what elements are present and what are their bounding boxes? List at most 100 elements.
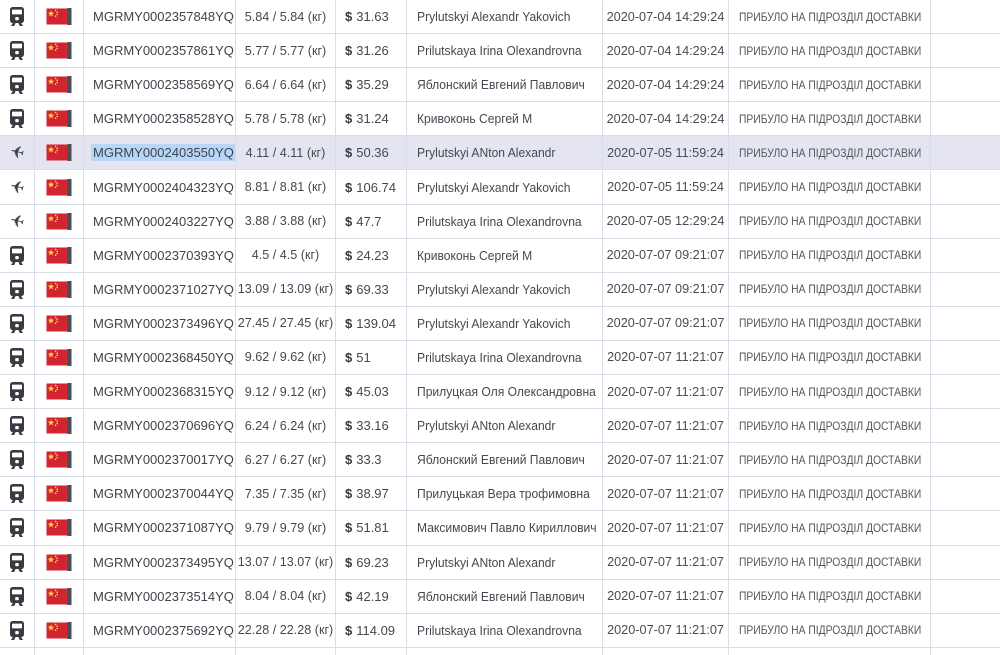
shipment-row[interactable]: MGRMY0002357848YQ 5.84 / 5.84 (кг) $31.63 P…	[0, 0, 1000, 35]
origin-flag-cell	[35, 545, 84, 579]
origin-flag-cell	[35, 170, 84, 204]
shipment-row[interactable]: ✈ MGRMY0002403227YQ 3.88 / 3.88 (кг) $47.7…	[0, 204, 1000, 239]
shipment-row[interactable]: ✈ MGRMY0002403550YQ 4.11 / 4.11 (кг) $50.3…	[0, 136, 1000, 171]
shipment-row[interactable]: MGRMY0002368315YQ 9.12 / 9.12 (кг) $45.03 П…	[0, 375, 1000, 410]
weight-cell: 6.24 / 6.24 (кг)	[236, 409, 336, 443]
price-value: 31.24	[356, 111, 389, 127]
recipient-cell: Prylutskyi Alexandr Yakovich	[407, 170, 603, 204]
tracking-code-cell: MGRMY0002403550YQ	[84, 136, 236, 170]
tracking-code: MGRMY0002370393YQ	[93, 247, 234, 263]
transport-cell: ✈	[0, 136, 35, 170]
tracking-code-cell: MGRMY0002375692YQ	[84, 613, 236, 647]
recipient-name: Prylutskyi ANton Alexandr	[417, 145, 556, 161]
tracking-code-cell	[84, 647, 236, 655]
tracking-code: MGRMY0002375692YQ	[93, 622, 234, 638]
transport-cell	[0, 238, 35, 272]
date-cell: 2020-07-07 11:21:07	[603, 579, 729, 613]
weight-cell	[236, 647, 336, 655]
status-text: ПРИБУЛО НА ПІДРОЗДІЛ ДОСТАВКИ	[739, 384, 922, 399]
weight-value: 4.11 / 4.11 (кг)	[245, 145, 326, 160]
plane-icon: ✈	[7, 176, 27, 198]
shipment-row[interactable]: MGRMY0002370393YQ 4.5 / 4.5 (кг) $24.23 Кри…	[0, 238, 1000, 273]
shipment-row[interactable]: MGRMY0002373514YQ 8.04 / 8.04 (кг) $42.19 Я…	[0, 579, 1000, 614]
empty-cell	[931, 34, 1000, 67]
china-flag-icon	[46, 246, 72, 264]
date-cell: 2020-07-07 11:21:07	[603, 511, 729, 545]
tracking-code-cell: MGRMY0002373495YQ	[84, 545, 236, 579]
currency-symbol: $	[345, 247, 353, 263]
date-cell: 2020-07-07 11:21:07	[603, 375, 729, 409]
origin-flag-cell	[35, 0, 84, 34]
weight-cell: 8.81 / 8.81 (кг)	[236, 170, 336, 204]
tracking-code-cell: MGRMY0002358528YQ	[84, 102, 236, 136]
tracking-code: MGRMY0002358569YQ	[93, 77, 234, 93]
plane-icon: ✈	[7, 210, 27, 233]
shipment-row[interactable]: MGRMY0002370017YQ 6.27 / 6.27 (кг) $33.3 Яб…	[0, 443, 1000, 478]
weight-value: 6.64 / 6.64 (кг)	[244, 77, 327, 92]
tracking-code: MGRMY0002371027YQ	[93, 281, 234, 297]
shipment-row-partial[interactable]	[0, 647, 1000, 655]
price-cell: $139.04	[336, 306, 407, 340]
shipment-row[interactable]: MGRMY0002370696YQ 6.24 / 6.24 (кг) $33.16 P…	[0, 409, 1000, 444]
price-value: 33.16	[356, 418, 389, 434]
price-value: 51.81	[356, 520, 389, 536]
recipient-cell: Яблонский Евгений Павлович	[407, 579, 603, 613]
shipment-row[interactable]: MGRMY0002371087YQ 9.79 / 9.79 (кг) $51.81 М…	[0, 511, 1000, 546]
status-cell: ПРИБУЛО НА ПІДРОЗДІЛ ДОСТАВКИ	[729, 272, 931, 306]
train-icon	[10, 41, 24, 61]
china-flag-icon	[46, 42, 72, 60]
shipment-row[interactable]: MGRMY0002371027YQ 13.09 / 13.09 (кг) $69.3…	[0, 272, 1000, 307]
plane-icon: ✈	[7, 141, 27, 164]
transport-cell	[0, 102, 35, 136]
shipment-row[interactable]: MGRMY0002358569YQ 6.64 / 6.64 (кг) $35.29 Я…	[0, 68, 1000, 103]
shipment-row[interactable]: MGRMY0002375692YQ 22.28 / 22.28 (кг) $114.…	[0, 613, 1000, 648]
price-value: 51	[356, 349, 371, 365]
empty-cell	[931, 68, 1000, 101]
recipient-name: Prilutskaya Irina Olexandrovna	[417, 622, 582, 638]
tracking-code: MGRMY0002357848YQ	[93, 9, 234, 25]
empty-cell	[931, 170, 1000, 203]
empty-cell	[931, 648, 1000, 655]
train-icon	[10, 313, 24, 333]
shipment-row[interactable]: MGRMY0002373495YQ 13.07 / 13.07 (кг) $69.2…	[0, 545, 1000, 580]
shipment-row[interactable]: MGRMY0002358528YQ 5.78 / 5.78 (кг) $31.24 К…	[0, 102, 1000, 137]
status-cell: ПРИБУЛО НА ПІДРОЗДІЛ ДОСТАВКИ	[729, 170, 931, 204]
transport-cell	[0, 34, 35, 68]
price-cell: $35.29	[336, 68, 407, 102]
transport-cell	[0, 68, 35, 102]
train-icon	[10, 347, 24, 367]
price-cell: $42.19	[336, 579, 407, 613]
tracking-code-cell: MGRMY0002404323YQ	[84, 170, 236, 204]
shipment-row[interactable]: MGRMY0002357861YQ 5.77 / 5.77 (кг) $31.26 P…	[0, 34, 1000, 69]
weight-value: 22.28 / 22.28 (кг)	[237, 623, 334, 638]
china-flag-icon	[46, 383, 72, 401]
shipment-row[interactable]: MGRMY0002373496YQ 27.45 / 27.45 (кг) $139.…	[0, 306, 1000, 341]
weight-cell: 4.5 / 4.5 (кг)	[236, 238, 336, 272]
status-datetime: 2020-07-07 11:21:07	[607, 384, 724, 399]
weight-value: 6.27 / 6.27 (кг)	[244, 452, 327, 467]
status-cell: ПРИБУЛО НА ПІДРОЗДІЛ ДОСТАВКИ	[729, 0, 931, 34]
tracking-code-cell: MGRMY0002371027YQ	[84, 272, 236, 306]
tracking-code: MGRMY0002403550YQ	[91, 144, 235, 162]
tracking-code-cell: MGRMY0002368450YQ	[84, 340, 236, 375]
weight-cell: 5.77 / 5.77 (кг)	[236, 34, 336, 68]
price-value: 47.7	[356, 213, 382, 229]
weight-cell: 5.78 / 5.78 (кг)	[236, 102, 336, 136]
currency-symbol: $	[345, 588, 353, 604]
china-flag-icon	[46, 587, 72, 605]
price-cell: $33.16	[336, 409, 407, 443]
price-cell: $24.23	[336, 238, 407, 272]
price-cell: $38.97	[336, 477, 407, 511]
weight-value: 9.12 / 9.12 (кг)	[244, 384, 327, 399]
shipment-row[interactable]: MGRMY0002370044YQ 7.35 / 7.35 (кг) $38.97 П…	[0, 477, 1000, 512]
shipment-row[interactable]: MGRMY0002368450YQ 9.62 / 9.62 (кг) $51 Pril…	[0, 340, 1000, 376]
status-cell	[729, 647, 931, 655]
shipments-table: MGRMY0002357848YQ 5.84 / 5.84 (кг) $31.63 P…	[0, 0, 1000, 655]
weight-value: 5.84 / 5.84 (кг)	[244, 9, 327, 24]
price-value: 50.36	[356, 145, 389, 161]
currency-symbol: $	[345, 520, 353, 536]
status-text: ПРИБУЛО НА ПІДРОЗДІЛ ДОСТАВКИ	[739, 180, 922, 195]
origin-flag-cell	[35, 238, 84, 272]
shipment-row[interactable]: ✈ MGRMY0002404323YQ 8.81 / 8.81 (кг) $106.…	[0, 170, 1000, 205]
weight-cell: 27.45 / 27.45 (кг)	[236, 306, 336, 340]
